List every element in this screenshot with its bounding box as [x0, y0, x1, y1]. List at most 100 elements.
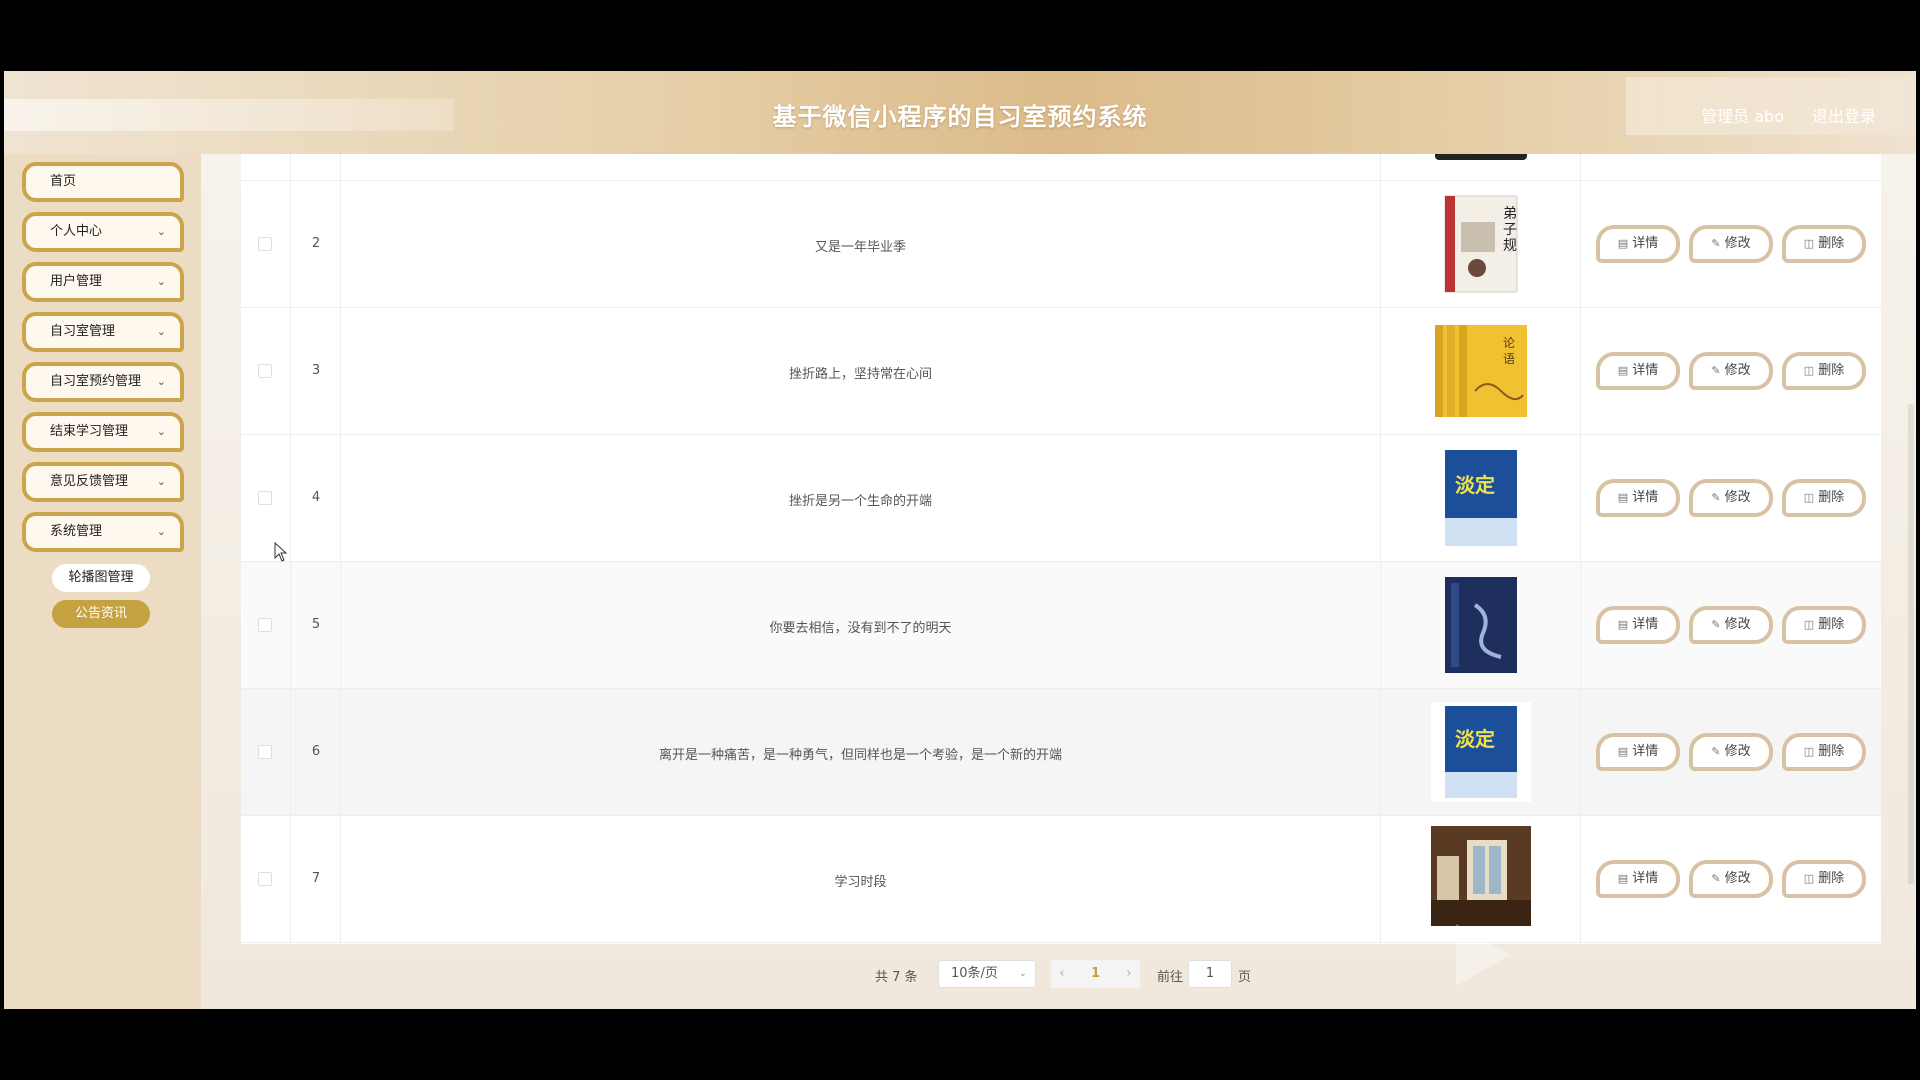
detail-button[interactable]: ▤ 详情	[1596, 733, 1680, 771]
edit-button[interactable]: ✎ 修改	[1689, 606, 1773, 644]
table-row[interactable]: 2 又是一年毕业季 弟 子 规 ▤ 详情 ✎ 修改 ◫ 删除	[241, 181, 1881, 308]
row-checkbox[interactable]	[258, 872, 272, 886]
row-checkbox[interactable]	[258, 237, 272, 251]
trash-icon: ◫	[1803, 872, 1815, 885]
cell-cover: 论 语	[1381, 308, 1581, 434]
table-row-partial	[241, 154, 1881, 181]
book-cover-image: 论 语	[1435, 325, 1527, 417]
logout-link[interactable]: 退出登录	[1812, 103, 1876, 127]
delete-button[interactable]: ◫ 删除	[1782, 479, 1866, 517]
sidebar-item-feedback-management[interactable]: 意见反馈管理 ⌄	[22, 462, 184, 502]
sidebar-item-study-room-management[interactable]: 自习室管理 ⌄	[22, 312, 184, 352]
data-table: 2 又是一年毕业季 弟 子 规 ▤ 详情 ✎ 修改 ◫ 删除 3 挫折路上，坚持…	[241, 154, 1881, 944]
chevron-up-icon: ⌄	[156, 525, 166, 538]
document-icon: ▤	[1617, 872, 1629, 885]
cell-check	[241, 689, 291, 815]
cell-cover: 淡定	[1381, 689, 1581, 815]
detail-button[interactable]: ▤ 详情	[1596, 352, 1680, 390]
row-index: 3	[311, 363, 321, 378]
edit-button[interactable]: ✎ 修改	[1689, 352, 1773, 390]
play-watermark-icon	[1456, 924, 1510, 986]
pencil-icon: ✎	[1711, 364, 1721, 377]
delete-label: 删除	[1818, 871, 1845, 886]
sidebar-subitem-carousel[interactable]: 轮播图管理	[52, 564, 150, 592]
table-row[interactable]: 4 挫折是另一个生命的开端 淡定 ▤ 详情 ✎ 修改 ◫ 删除	[241, 435, 1881, 562]
row-checkbox[interactable]	[258, 491, 272, 505]
edit-label: 修改	[1724, 744, 1751, 759]
delete-button[interactable]: ◫ 删除	[1782, 606, 1866, 644]
row-index: 5	[311, 617, 321, 632]
row-title: 学习时段	[834, 875, 887, 890]
edit-label: 修改	[1724, 490, 1751, 505]
detail-button[interactable]: ▤ 详情	[1596, 860, 1680, 898]
edit-button[interactable]: ✎ 修改	[1689, 479, 1773, 517]
page-number-current[interactable]: 1	[1073, 960, 1118, 988]
row-checkbox[interactable]	[258, 364, 272, 378]
cell-actions: ▤ 详情 ✎ 修改 ◫ 删除	[1581, 689, 1881, 815]
sidebar-subitem-announcements[interactable]: 公告资讯	[52, 600, 150, 628]
page-suffix: 页	[1238, 970, 1252, 985]
row-index: 2	[311, 236, 321, 251]
delete-button[interactable]: ◫ 删除	[1782, 352, 1866, 390]
delete-label: 删除	[1818, 363, 1845, 378]
svg-text:淡定: 淡定	[1455, 727, 1495, 751]
delete-button[interactable]: ◫ 删除	[1782, 733, 1866, 771]
cell-title	[341, 154, 1381, 180]
edit-button[interactable]: ✎ 修改	[1689, 860, 1773, 898]
chevron-down-icon: ⌄	[156, 225, 166, 238]
vertical-scrollbar[interactable]	[1908, 404, 1914, 884]
row-title: 又是一年毕业季	[814, 240, 906, 255]
mouse-cursor-icon	[274, 542, 288, 562]
table-row[interactable]: 5 你要去相信，没有到不了的明天 ▤ 详情 ✎ 修改 ◫ 删除	[241, 562, 1881, 689]
cell-check	[241, 562, 291, 688]
cell-title: 挫折路上，坚持常在心间	[341, 308, 1381, 434]
edit-button[interactable]: ✎ 修改	[1689, 225, 1773, 263]
delete-button[interactable]: ◫ 删除	[1782, 860, 1866, 898]
detail-label: 详情	[1632, 744, 1659, 759]
row-checkbox[interactable]	[258, 745, 272, 759]
cell-actions: ▤ 详情 ✎ 修改 ◫ 删除	[1581, 308, 1881, 434]
chevron-down-icon: ⌄	[156, 475, 166, 488]
book-cover-image: 弟 子 规	[1444, 195, 1518, 293]
cell-actions: ▤ 详情 ✎ 修改 ◫ 删除	[1581, 435, 1881, 561]
row-title: 挫折路上，坚持常在心间	[788, 367, 932, 382]
document-icon: ▤	[1617, 364, 1629, 377]
svg-text:子: 子	[1503, 222, 1517, 238]
sidebar-item-user-management[interactable]: 用户管理 ⌄	[22, 262, 184, 302]
main-content: 2 又是一年毕业季 弟 子 规 ▤ 详情 ✎ 修改 ◫ 删除 3 挫折路上，坚持…	[201, 154, 1916, 1009]
cell-actions	[1581, 154, 1881, 180]
sidebar-item-label: 自习室管理	[50, 324, 116, 339]
detail-label: 详情	[1632, 871, 1659, 886]
cell-title: 挫折是另一个生命的开端	[341, 435, 1381, 561]
book-cover-image: 淡定	[1431, 702, 1531, 802]
sidebar-item-personal-center[interactable]: 个人中心 ⌄	[22, 212, 184, 252]
sidebar-item-end-study-management[interactable]: 结束学习管理 ⌄	[22, 412, 184, 452]
delete-button[interactable]: ◫ 删除	[1782, 225, 1866, 263]
prev-page-button[interactable]: ‹	[1051, 960, 1073, 988]
detail-label: 详情	[1632, 617, 1659, 632]
top-header: 基于微信小程序的自习室预约系统 管理员 abo 退出登录	[4, 71, 1916, 154]
detail-button[interactable]: ▤ 详情	[1596, 225, 1680, 263]
row-title: 挫折是另一个生命的开端	[788, 494, 932, 509]
edit-label: 修改	[1724, 236, 1751, 251]
total-count: 共 7 条	[875, 970, 918, 985]
page-size-select[interactable]: 10条/页 ⌄	[938, 960, 1036, 988]
sidebar-item-reservation-management[interactable]: 自习室预约管理 ⌄	[22, 362, 184, 402]
table-row[interactable]: 6 离开是一种痛苦，是一种勇气，但同样也是一个考验，是一个新的开端 淡定 ▤ 详情…	[241, 689, 1881, 816]
detail-button[interactable]: ▤ 详情	[1596, 479, 1680, 517]
document-icon: ▤	[1617, 618, 1629, 631]
detail-label: 详情	[1632, 490, 1659, 505]
cell-index: 6	[291, 689, 341, 815]
pencil-icon: ✎	[1711, 872, 1721, 885]
cell-actions: ▤ 详情 ✎ 修改 ◫ 删除	[1581, 181, 1881, 307]
next-page-button[interactable]: ›	[1118, 960, 1140, 988]
trash-icon: ◫	[1803, 618, 1815, 631]
edit-button[interactable]: ✎ 修改	[1689, 733, 1773, 771]
detail-button[interactable]: ▤ 详情	[1596, 606, 1680, 644]
cell-title: 离开是一种痛苦，是一种勇气，但同样也是一个考验，是一个新的开端	[341, 689, 1381, 815]
table-row[interactable]: 3 挫折路上，坚持常在心间 论 语 ▤ 详情 ✎ 修改 ◫ 删除	[241, 308, 1881, 435]
sidebar-item-home[interactable]: 首页	[22, 162, 184, 202]
row-checkbox[interactable]	[258, 618, 272, 632]
goto-page-input[interactable]: 1	[1188, 960, 1232, 988]
sidebar-item-system-management[interactable]: 系统管理 ⌄	[22, 512, 184, 552]
